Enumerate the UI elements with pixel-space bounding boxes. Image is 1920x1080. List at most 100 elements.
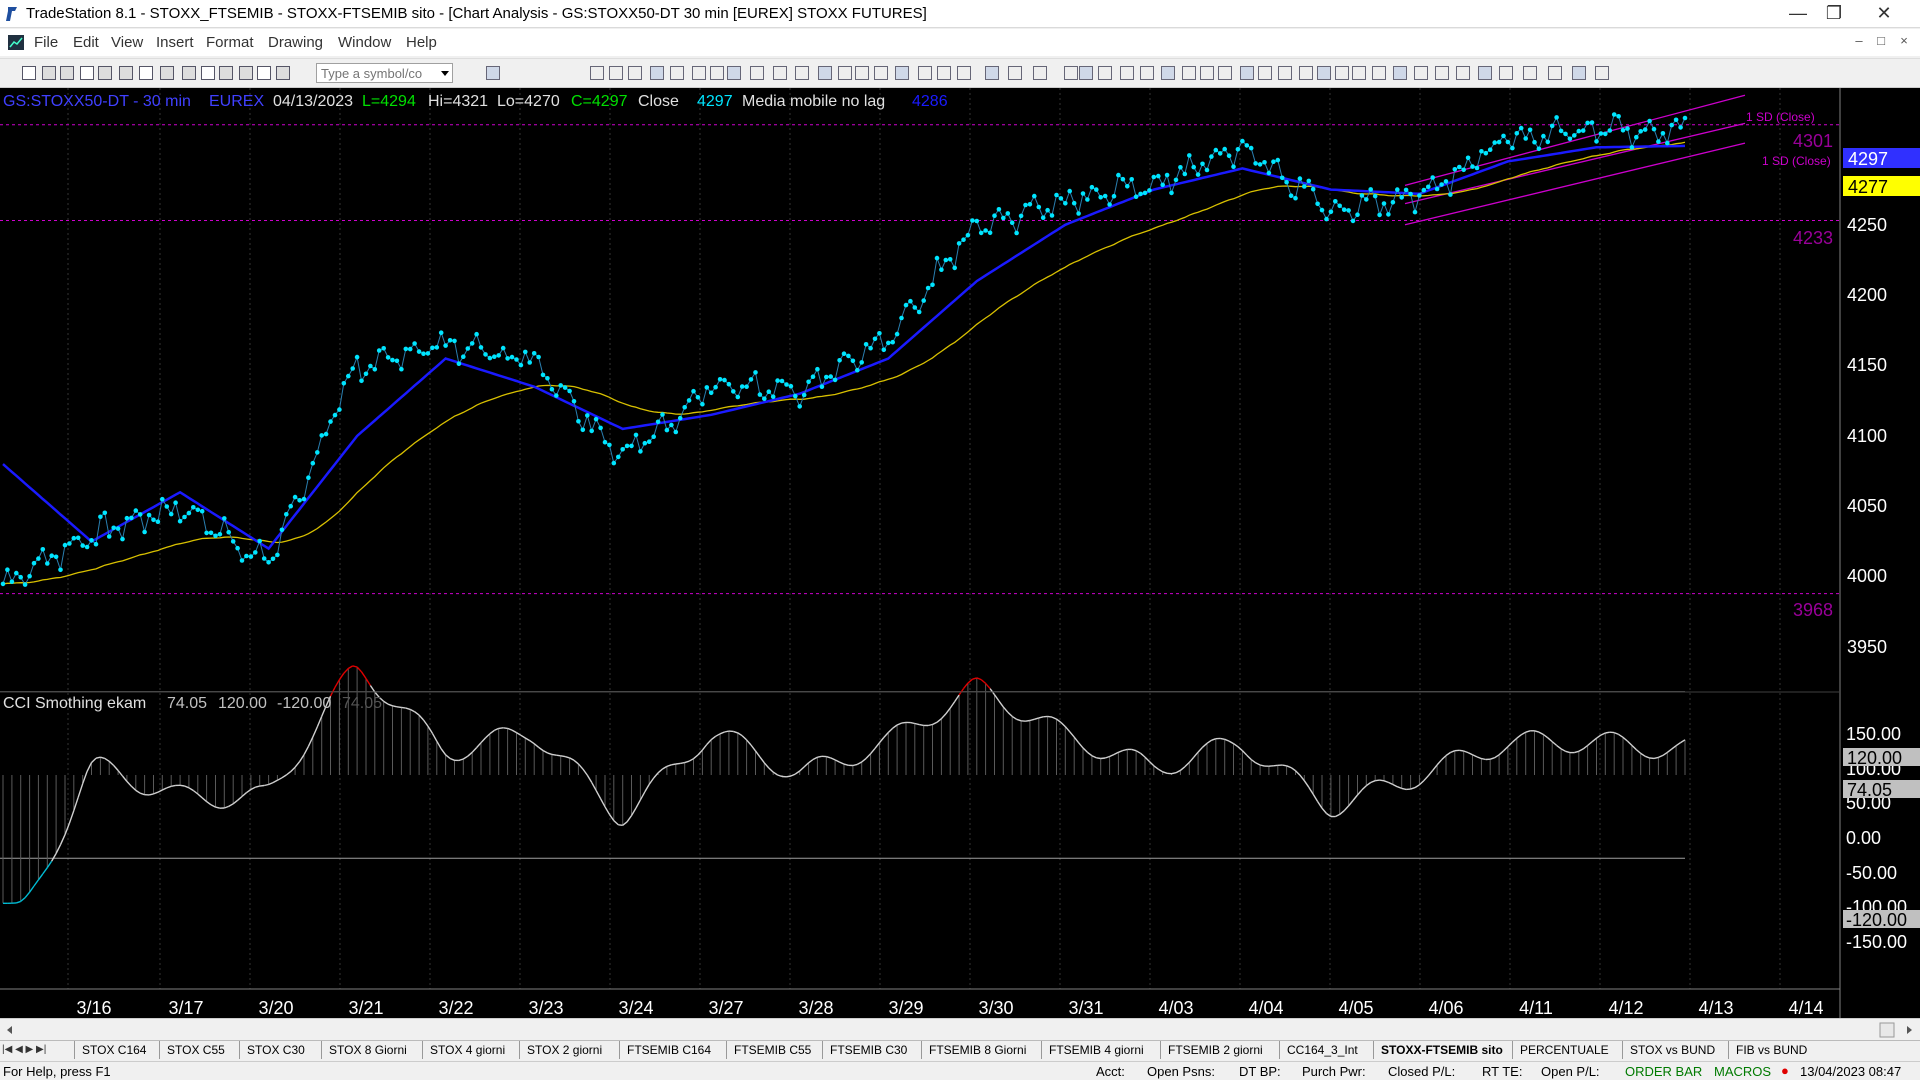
toolbar-button-icon[interactable] bbox=[219, 66, 233, 80]
toolbar-tool-icon[interactable] bbox=[918, 66, 932, 80]
toolbar-tool-icon[interactable] bbox=[1218, 66, 1232, 80]
toolbar-button-icon[interactable] bbox=[22, 66, 36, 80]
toolbar-tool-icon[interactable] bbox=[1182, 66, 1196, 80]
toolbar-tool-icon[interactable] bbox=[1140, 66, 1154, 80]
toolbar-tool-icon[interactable] bbox=[628, 66, 642, 80]
toolbar-tool-icon[interactable] bbox=[1299, 66, 1313, 80]
tab-stox-c55[interactable]: STOX C55 bbox=[167, 1043, 225, 1057]
symbol-input[interactable] bbox=[316, 63, 453, 83]
tab-ftsemib-c164[interactable]: FTSEMIB C164 bbox=[627, 1043, 711, 1057]
toolbar-tool-icon[interactable] bbox=[1435, 66, 1449, 80]
toolbar-tool-icon[interactable] bbox=[1033, 66, 1047, 80]
toolbar-tool-icon[interactable] bbox=[937, 66, 951, 80]
scroll-right-icon[interactable] bbox=[1907, 1026, 1912, 1034]
tab-stox-2-giorni[interactable]: STOX 2 giorni bbox=[527, 1043, 602, 1057]
menu-format[interactable]: Format bbox=[206, 34, 254, 51]
toolbar-tool-icon[interactable] bbox=[1064, 66, 1078, 80]
mdi-close-icon[interactable]: × bbox=[1895, 33, 1913, 51]
tab-fib-vs-bund[interactable]: FIB vs BUND bbox=[1736, 1043, 1807, 1057]
toolbar-tool-icon[interactable] bbox=[1523, 66, 1537, 80]
toolbar-tool-icon[interactable] bbox=[1317, 66, 1331, 80]
toolbar-button-icon[interactable] bbox=[257, 66, 271, 80]
menu-file[interactable]: File bbox=[34, 34, 58, 51]
toolbar-tool-icon[interactable] bbox=[1499, 66, 1513, 80]
toolbar-tool-icon[interactable] bbox=[650, 66, 664, 80]
tab-percentuale[interactable]: PERCENTUALE bbox=[1520, 1043, 1609, 1057]
tab-stox-c30[interactable]: STOX C30 bbox=[247, 1043, 305, 1057]
tab-stox-8-giorni[interactable]: STOX 8 Giorni bbox=[329, 1043, 407, 1057]
tab-ftsemib-2-giorni[interactable]: FTSEMIB 2 giorni bbox=[1168, 1043, 1263, 1057]
toolbar-tool-icon[interactable] bbox=[609, 66, 623, 80]
toolbar-tool-icon[interactable] bbox=[1372, 66, 1386, 80]
symbol-dropdown-arrow-icon[interactable] bbox=[441, 71, 449, 76]
menu-help[interactable]: Help bbox=[406, 34, 437, 51]
toolbar-tool-icon[interactable] bbox=[874, 66, 888, 80]
toolbar-button-icon[interactable] bbox=[160, 66, 174, 80]
toolbar-tool-icon[interactable] bbox=[1572, 66, 1586, 80]
toolbar-tool-icon[interactable] bbox=[1120, 66, 1134, 80]
mdi-restore-icon[interactable]: □ bbox=[1872, 33, 1890, 51]
toolbar-button-icon[interactable] bbox=[139, 66, 153, 80]
toolbar-tool-icon[interactable] bbox=[486, 66, 500, 80]
minimize-button[interactable]: — bbox=[1780, 0, 1816, 28]
tab-ftsemib-8-giorni[interactable]: FTSEMIB 8 Giorni bbox=[929, 1043, 1026, 1057]
toolbar-tool-icon[interactable] bbox=[773, 66, 787, 80]
toolbar-tool-icon[interactable] bbox=[1456, 66, 1470, 80]
toolbar-tool-icon[interactable] bbox=[838, 66, 852, 80]
tab-stoxx-ftsemib-sito[interactable]: STOXX-FTSEMIB sito bbox=[1381, 1043, 1503, 1057]
toolbar-button-icon[interactable] bbox=[182, 66, 196, 80]
menu-insert[interactable]: Insert bbox=[156, 34, 194, 51]
toolbar-tool-icon[interactable] bbox=[1352, 66, 1366, 80]
toolbar-tool-icon[interactable] bbox=[1414, 66, 1428, 80]
toolbar-tool-icon[interactable] bbox=[1200, 66, 1214, 80]
toolbar-tool-icon[interactable] bbox=[985, 66, 999, 80]
toolbar-button-icon[interactable] bbox=[42, 66, 56, 80]
toolbar-tool-icon[interactable] bbox=[1595, 66, 1609, 80]
scroll-left-icon[interactable] bbox=[7, 1026, 12, 1034]
menu-edit[interactable]: Edit bbox=[73, 34, 99, 51]
toolbar-tool-icon[interactable] bbox=[1008, 66, 1022, 80]
toolbar-tool-icon[interactable] bbox=[710, 66, 724, 80]
tab-ftsemib-c55[interactable]: FTSEMIB C55 bbox=[734, 1043, 811, 1057]
order-bar-button[interactable]: ORDER BAR bbox=[1625, 1064, 1702, 1079]
macros-button[interactable]: MACROS bbox=[1714, 1064, 1771, 1079]
toolbar-tool-icon[interactable] bbox=[1098, 66, 1112, 80]
toolbar-button-icon[interactable] bbox=[239, 66, 253, 80]
chart-horizontal-scrollbar[interactable] bbox=[0, 1018, 1920, 1040]
toolbar-button-icon[interactable] bbox=[119, 66, 133, 80]
toolbar-tool-icon[interactable] bbox=[1478, 66, 1492, 80]
toolbar-tool-icon[interactable] bbox=[855, 66, 869, 80]
restore-button[interactable]: ❐ bbox=[1816, 0, 1852, 28]
toolbar-button-icon[interactable] bbox=[201, 66, 215, 80]
chart-area[interactable]: GS:STOXX50-DT - 30 min EUREX 04/13/2023 … bbox=[0, 88, 1920, 1018]
menu-drawing[interactable]: Drawing bbox=[268, 34, 323, 51]
tab-ftsemib-4-giorni[interactable]: FTSEMIB 4 giorni bbox=[1049, 1043, 1144, 1057]
menu-window[interactable]: Window bbox=[338, 34, 391, 51]
tab-stox-4-giorni[interactable]: STOX 4 giorni bbox=[430, 1043, 505, 1057]
toolbar-tool-icon[interactable] bbox=[1335, 66, 1349, 80]
toolbar-button-icon[interactable] bbox=[80, 66, 94, 80]
toolbar-tool-icon[interactable] bbox=[1258, 66, 1272, 80]
toolbar-tool-icon[interactable] bbox=[818, 66, 832, 80]
toolbar-tool-icon[interactable] bbox=[1278, 66, 1292, 80]
menu-view[interactable]: View bbox=[111, 34, 143, 51]
scroll-thumb[interactable] bbox=[1879, 1022, 1895, 1038]
toolbar-tool-icon[interactable] bbox=[1393, 66, 1407, 80]
toolbar-tool-icon[interactable] bbox=[1548, 66, 1562, 80]
toolbar-button-icon[interactable] bbox=[98, 66, 112, 80]
toolbar-tool-icon[interactable] bbox=[1240, 66, 1254, 80]
toolbar-tool-icon[interactable] bbox=[727, 66, 741, 80]
close-button[interactable]: ✕ bbox=[1866, 0, 1902, 28]
toolbar-tool-icon[interactable] bbox=[692, 66, 706, 80]
toolbar-tool-icon[interactable] bbox=[670, 66, 684, 80]
toolbar-button-icon[interactable] bbox=[276, 66, 290, 80]
toolbar-tool-icon[interactable] bbox=[750, 66, 764, 80]
toolbar-tool-icon[interactable] bbox=[590, 66, 604, 80]
toolbar-tool-icon[interactable] bbox=[1161, 66, 1175, 80]
toolbar-tool-icon[interactable] bbox=[895, 66, 909, 80]
toolbar-tool-icon[interactable] bbox=[795, 66, 809, 80]
mdi-minimize-icon[interactable]: – bbox=[1850, 33, 1868, 51]
toolbar-tool-icon[interactable] bbox=[1079, 66, 1093, 80]
tab-stox-vs-bund[interactable]: STOX vs BUND bbox=[1630, 1043, 1715, 1057]
tab-cc164-3-int[interactable]: CC164_3_Int bbox=[1287, 1043, 1358, 1057]
